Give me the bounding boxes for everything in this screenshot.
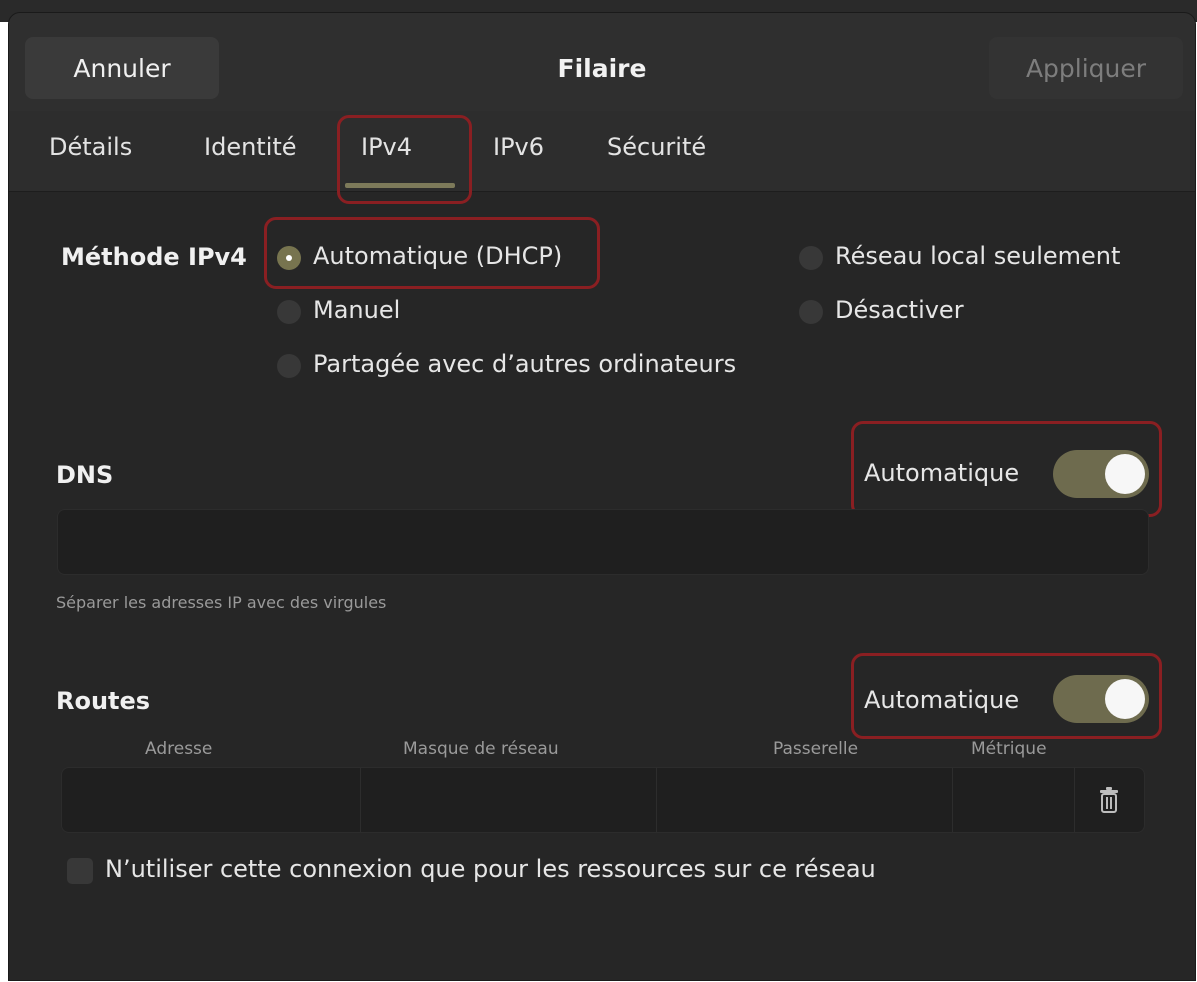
ipv4-method-label: Méthode IPv4 xyxy=(61,243,247,271)
apply-button[interactable]: Appliquer xyxy=(989,37,1183,99)
tab-ipv6[interactable]: IPv6 xyxy=(493,133,544,161)
tab-identity[interactable]: Identité xyxy=(204,133,297,161)
tab-security[interactable]: Sécurité xyxy=(607,133,706,161)
routes-label: Routes xyxy=(56,687,151,715)
wired-connection-dialog: Annuler Filaire Appliquer Détails Identi… xyxy=(8,12,1196,981)
tab-ipv4-highlight xyxy=(337,115,472,204)
route-netmask-input[interactable] xyxy=(360,768,657,832)
radio-manual[interactable] xyxy=(277,300,301,324)
route-row xyxy=(61,767,1145,833)
dns-label: DNS xyxy=(56,461,114,489)
radio-disable-label[interactable]: Désactiver xyxy=(835,296,964,324)
delete-route-button[interactable] xyxy=(1074,768,1144,832)
only-local-label[interactable]: N’utiliser cette connexion que pour les … xyxy=(105,855,876,883)
tab-bar: Détails Identité IPv4 IPv6 Sécurité xyxy=(9,111,1195,192)
column-address: Adresse xyxy=(145,739,213,759)
only-local-checkbox[interactable] xyxy=(67,858,93,884)
column-metric: Métrique xyxy=(971,739,1047,759)
radio-local-only[interactable] xyxy=(799,246,823,270)
routes-automatic-highlight xyxy=(851,653,1162,739)
radio-shared[interactable] xyxy=(277,354,301,378)
radio-manual-label[interactable]: Manuel xyxy=(313,296,400,324)
dns-input[interactable] xyxy=(57,509,1149,575)
route-gateway-input[interactable] xyxy=(656,768,953,832)
route-metric-input[interactable] xyxy=(952,768,1075,832)
automatic-dhcp-highlight xyxy=(264,217,600,289)
route-address-input[interactable] xyxy=(62,768,361,832)
radio-disable[interactable] xyxy=(799,300,823,324)
column-gateway: Passerelle xyxy=(773,739,859,759)
dns-automatic-highlight xyxy=(851,421,1162,517)
column-netmask: Masque de réseau xyxy=(403,739,559,759)
radio-shared-label[interactable]: Partagée avec d’autres ordinateurs xyxy=(313,350,736,378)
dns-hint: Séparer les adresses IP avec des virgule… xyxy=(56,593,387,612)
header-bar: Annuler Filaire Appliquer xyxy=(9,13,1195,111)
cancel-button[interactable]: Annuler xyxy=(25,37,219,99)
radio-local-only-label[interactable]: Réseau local seulement xyxy=(835,242,1120,270)
tab-details[interactable]: Détails xyxy=(49,133,132,161)
trash-icon xyxy=(1100,787,1118,813)
